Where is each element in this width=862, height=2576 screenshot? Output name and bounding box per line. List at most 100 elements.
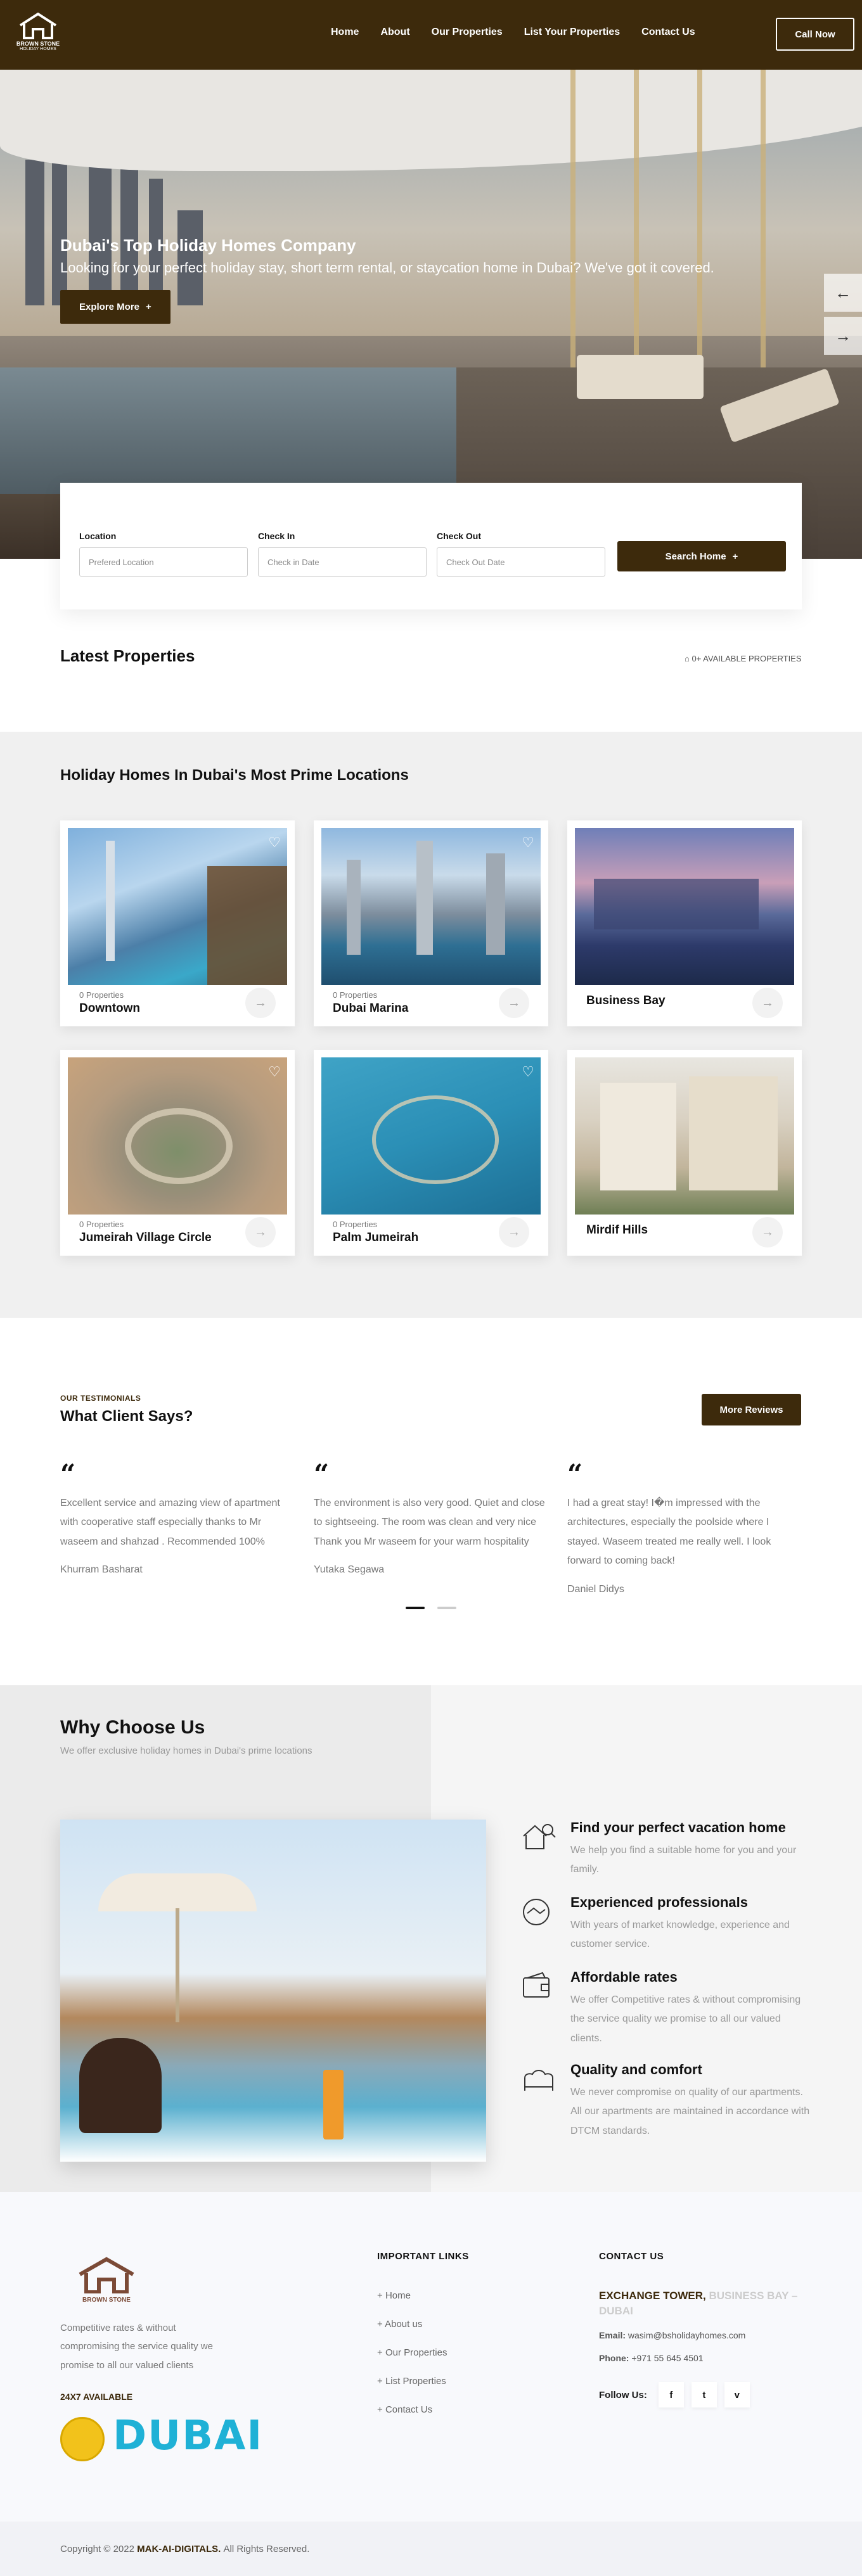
location-card[interactable]: ♡ 0 Properties Downtown →	[60, 820, 295, 1026]
nav-contact-us[interactable]: Contact Us	[641, 27, 695, 38]
location-name: Mirdif Hills	[586, 1223, 648, 1237]
review-text: I had a great stay! I�m impressed with t…	[567, 1498, 771, 1567]
footer-links-title: IMPORTANT LINKS	[377, 2251, 469, 2262]
quote-icon: “	[314, 1458, 330, 1489]
arrow-right-icon[interactable]: →	[499, 1217, 529, 1247]
review-author: Yutaka Segawa	[314, 1564, 385, 1576]
feature-text: We offer Competitive rates & without com…	[570, 1994, 801, 2044]
locations-title: Holiday Homes In Dubai's Most Prime Loca…	[60, 767, 409, 784]
logo-subtext: HOLIDAY HOMES	[20, 47, 56, 51]
location-image-jvc	[68, 1057, 287, 1215]
skyline-tower	[25, 160, 44, 305]
heart-icon[interactable]: ♡	[522, 1064, 534, 1080]
testimonials-title: What Client Says?	[60, 1408, 193, 1425]
site-header: BROWN STONE HOLIDAY HOMES Home About Our…	[0, 0, 862, 70]
copyright-suffix: All Rights Reserved.	[223, 2543, 310, 2554]
review-card: “ I had a great stay! I�m impressed with…	[567, 1461, 802, 1595]
footer-address: EXCHANGE TOWER, BUSINESS BAY – DUBAI	[599, 2288, 808, 2319]
feature-title: Quality and comfort	[570, 2062, 702, 2077]
heart-icon[interactable]: ♡	[268, 1064, 281, 1080]
explore-more-button[interactable]: Explore More +	[60, 290, 170, 324]
arrow-right-icon[interactable]: →	[245, 1217, 276, 1247]
nav-home[interactable]: Home	[331, 27, 359, 38]
more-reviews-button[interactable]: More Reviews	[702, 1394, 801, 1425]
vimeo-icon[interactable]: v	[724, 2382, 750, 2407]
footer-logo[interactable]: BROWN STONE	[75, 2255, 138, 2304]
feature-item: Experienced professionals With years of …	[520, 1894, 811, 1954]
brand-logo[interactable]: BROWN STONE HOLIDAY HOMES	[14, 11, 62, 53]
copyright-bar: Copyright © 2022 MAK-AI-DIGITALS. All Ri…	[0, 2522, 862, 2576]
nav-our-properties[interactable]: Our Properties	[432, 27, 503, 38]
review-author: Daniel Didys	[567, 1583, 624, 1595]
footer-link-contact[interactable]: + Contact Us	[377, 2404, 447, 2415]
call-now-button[interactable]: Call Now	[776, 18, 854, 51]
arrow-right-icon[interactable]: →	[499, 988, 529, 1018]
footer-phone: Phone: +971 55 645 4501	[599, 2353, 704, 2363]
location-card[interactable]: ♡ 0 Properties Palm Jumeirah →	[314, 1050, 548, 1256]
feature-item: Find your perfect vacation home We help …	[520, 1820, 811, 1880]
home-icon: ⌂	[685, 654, 692, 663]
footer-link-home[interactable]: + Home	[377, 2290, 447, 2301]
footer-link-our-properties[interactable]: + Our Properties	[377, 2347, 447, 2358]
footer-link-label: List Properties	[385, 2376, 446, 2387]
property-count: 0 Properties	[79, 1220, 124, 1229]
dubai-tourism-logo: DUBAI	[113, 2413, 264, 2459]
arrow-right-icon[interactable]: →	[245, 988, 276, 1018]
hero-title: Dubai's Top Holiday Homes Company	[60, 236, 356, 255]
twitter-icon[interactable]: t	[691, 2382, 717, 2407]
location-card[interactable]: ♡ 0 Properties Dubai Marina →	[314, 820, 548, 1026]
house-logo-icon	[79, 2257, 134, 2294]
checkin-input[interactable]: Check in Date	[258, 547, 427, 577]
carousel-dot-active[interactable]	[406, 1607, 425, 1609]
location-image-mirdif-hills	[575, 1057, 794, 1215]
phone-value[interactable]: +971 55 645 4501	[631, 2353, 703, 2363]
location-card[interactable]: ♡ 0 Properties Jumeirah Village Circle →	[60, 1050, 295, 1256]
hero-next-button[interactable]: →	[824, 317, 862, 355]
search-home-button[interactable]: Search Home +	[617, 541, 786, 571]
footer-link-list-properties[interactable]: + List Properties	[377, 2376, 447, 2387]
location-image-downtown	[68, 828, 287, 985]
hero-text: Dubai's Top Holiday Homes Company Lookin…	[60, 236, 770, 324]
plus-icon: +	[377, 2404, 385, 2415]
heart-icon[interactable]: ♡	[268, 834, 281, 851]
feature-text: We help you find a suitable home for you…	[570, 1845, 797, 1875]
checkout-field-group: Check Out Check Out Date	[437, 531, 605, 577]
location-card[interactable]: Business Bay →	[567, 820, 802, 1026]
copyright-brand[interactable]: MAK-AI-DIGITALS.	[137, 2544, 221, 2554]
plus-icon: +	[732, 551, 738, 562]
hero-prev-button[interactable]: ←	[824, 274, 862, 312]
review-card: “ The environment is also very good. Qui…	[314, 1458, 548, 1576]
footer-email: Email: wasim@bsholidayhomes.com	[599, 2330, 745, 2340]
feature-title: Find your perfect vacation home	[570, 1820, 786, 1835]
location-input[interactable]: Prefered Location	[79, 547, 248, 577]
dtcm-badge	[60, 2417, 105, 2461]
location-name: Palm Jumeirah	[333, 1231, 419, 1244]
hero-pool	[0, 367, 456, 494]
location-name: Business Bay	[586, 994, 666, 1007]
email-value[interactable]: wasim@bsholidayhomes.com	[628, 2330, 745, 2340]
checkout-input[interactable]: Check Out Date	[437, 547, 605, 577]
footer-link-label: Home	[385, 2290, 411, 2301]
location-name: Dubai Marina	[333, 1002, 409, 1015]
address-bold: EXCHANGE TOWER,	[599, 2290, 706, 2302]
property-count: 0 Properties	[79, 990, 124, 1000]
property-count: 0 Properties	[333, 990, 378, 1000]
property-count: 0 Properties	[333, 1220, 378, 1229]
latest-properties-title: Latest Properties	[60, 646, 195, 665]
footer-contact-title: CONTACT US	[599, 2251, 664, 2262]
arrow-right-icon[interactable]: →	[752, 1217, 783, 1247]
available-count: 0+ AVAILABLE PROPERTIES	[692, 654, 802, 663]
facebook-icon[interactable]: f	[658, 2382, 684, 2407]
nav-about[interactable]: About	[380, 27, 409, 38]
nav-list-your-properties[interactable]: List Your Properties	[524, 27, 620, 38]
feature-item: Affordable rates We offer Competitive ra…	[520, 1969, 811, 2048]
location-card[interactable]: Mirdif Hills →	[567, 1050, 802, 1256]
search-panel: Location Prefered Location Check In Chec…	[60, 483, 802, 609]
footer-link-about[interactable]: + About us	[377, 2319, 447, 2330]
why-title: Why Choose Us	[60, 1717, 205, 1738]
heart-icon[interactable]: ♡	[522, 834, 534, 851]
arrow-right-icon[interactable]: →	[752, 988, 783, 1018]
carousel-dot[interactable]	[437, 1607, 456, 1609]
plus-icon: +	[377, 2319, 385, 2330]
logo-text: BROWN STONE	[16, 41, 60, 47]
